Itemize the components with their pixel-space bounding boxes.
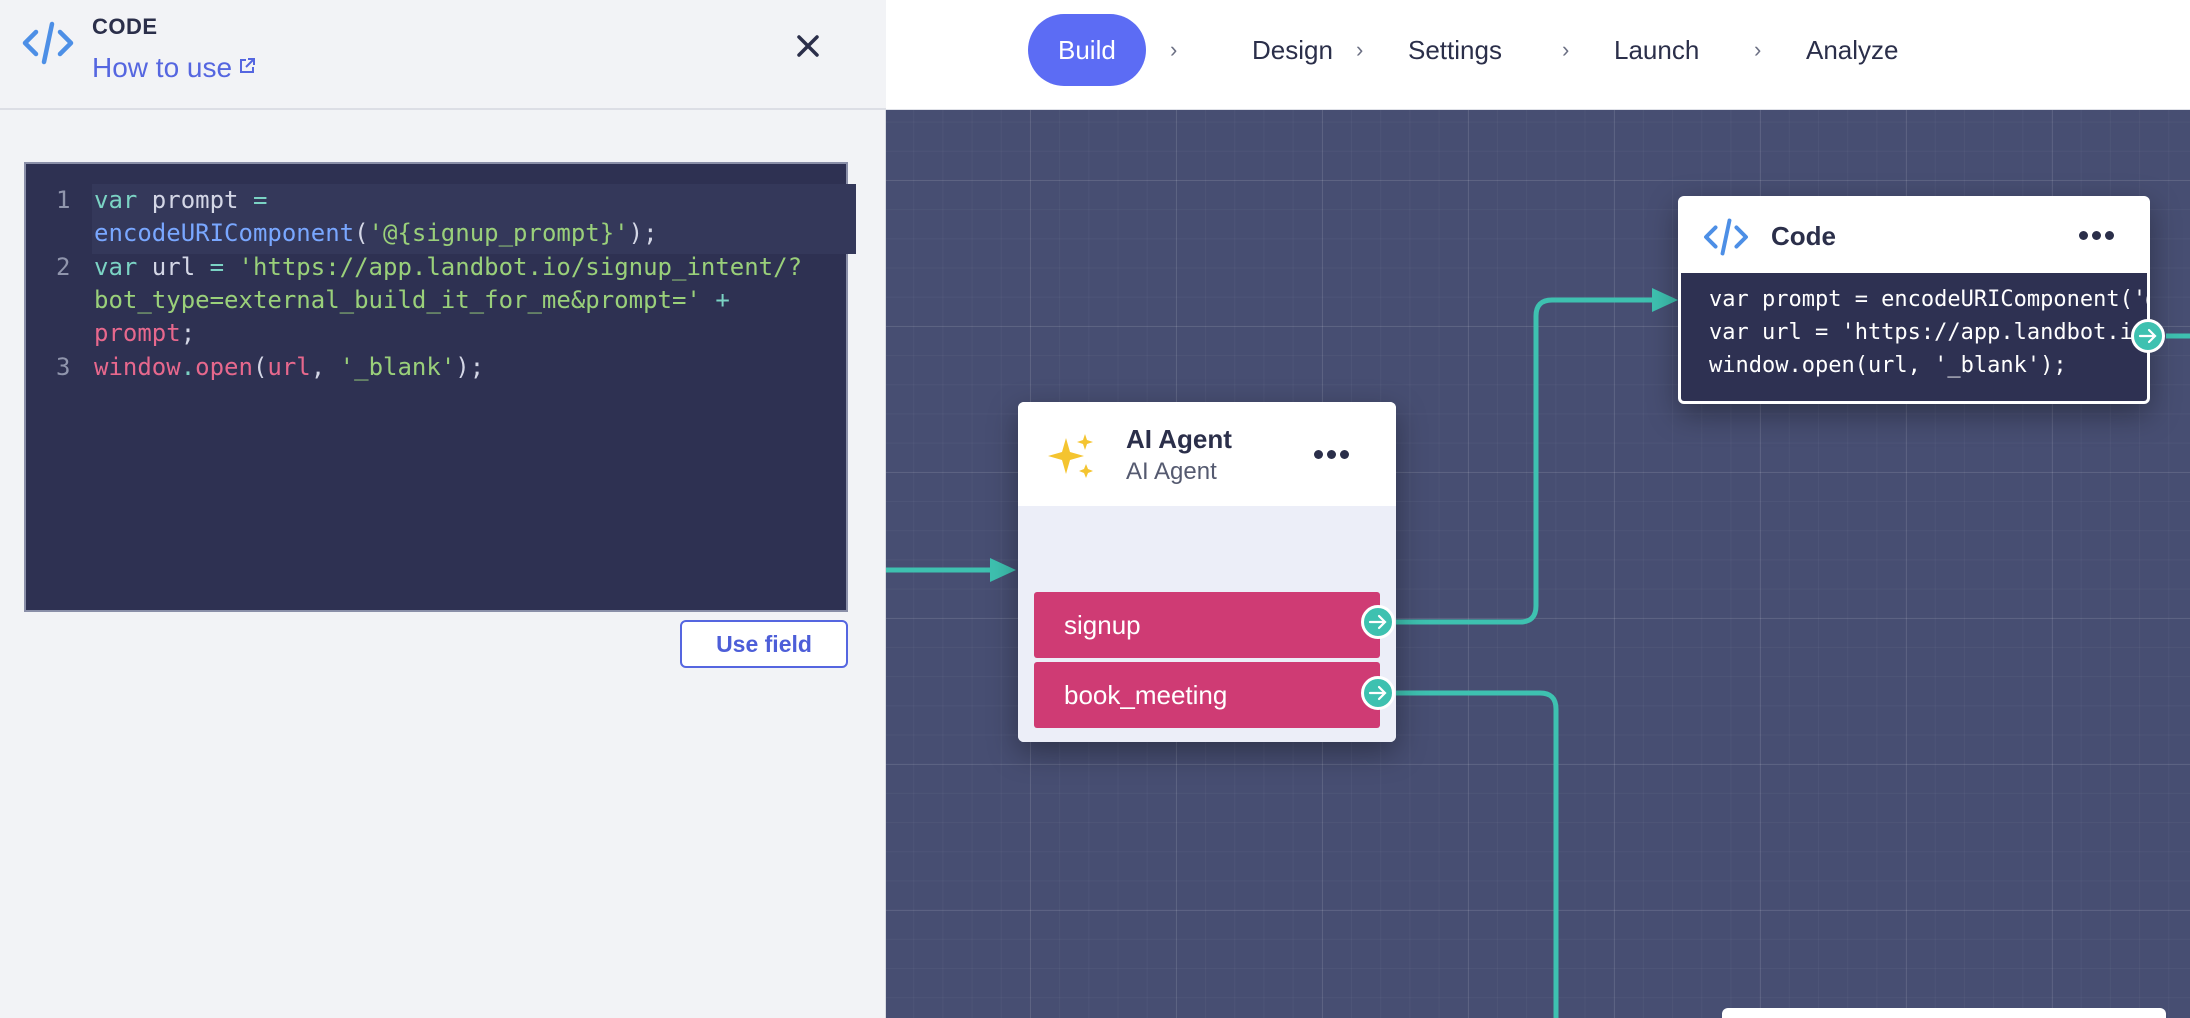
code-line: var url = 'https://app.landbot.io/signup… — [94, 253, 803, 281]
arrow-right-icon — [2138, 328, 2157, 344]
code-node-output-port[interactable] — [2131, 319, 2165, 353]
code-node-header: Code — [1681, 199, 2147, 273]
code-editor[interactable]: 1 2 3 var prompt = encodeURIComponent('@… — [24, 162, 856, 612]
code-side-panel: CODE How to use 1 2 3 var prompt = encod… — [0, 0, 886, 1018]
code-preview-line: window.open(url, '_blank'); — [1709, 353, 2067, 378]
code-node-preview: var prompt = encodeURIComponent('@{signu… — [1681, 273, 2147, 401]
exit-signup[interactable]: signup — [1034, 592, 1380, 658]
arrow-right-icon — [1368, 685, 1387, 701]
nav-step-settings[interactable]: Settings — [1378, 14, 1532, 86]
code-icon — [1704, 218, 1748, 256]
code-line: bot_type=external_build_it_for_me&prompt… — [94, 286, 730, 314]
code-line: prompt; — [94, 319, 196, 347]
code-line: encodeURIComponent('@{signup_prompt}'); — [94, 219, 658, 247]
close-icon[interactable] — [790, 28, 826, 64]
nav-separator: › — [1754, 37, 1762, 62]
how-to-use-link[interactable]: How to use — [92, 52, 256, 84]
partial-node[interactable] — [1722, 1008, 2166, 1018]
exit-book-meeting[interactable]: book_meeting — [1034, 662, 1380, 728]
code-icon — [22, 21, 74, 65]
external-link-icon — [240, 58, 256, 73]
nav-separator: › — [1356, 37, 1364, 62]
code-line: var prompt = — [94, 186, 268, 214]
nav-separator: › — [1170, 37, 1178, 62]
how-to-use-label: How to use — [92, 52, 233, 83]
nav-separator: › — [1562, 37, 1570, 62]
ai-agent-title: AI Agent — [1126, 424, 1232, 454]
arrow-right-icon — [1368, 614, 1387, 630]
more-options-icon[interactable] — [2079, 231, 2119, 243]
sparkles-icon — [1048, 434, 1093, 478]
nav-step-design[interactable]: Design — [1222, 14, 1363, 86]
nav-step-launch[interactable]: Launch — [1584, 14, 1729, 86]
book-meeting-output-port[interactable] — [1361, 676, 1395, 710]
ai-agent-subtitle: AI Agent — [1126, 458, 1217, 485]
ai-agent-header: AI Agent AI Agent — [1018, 402, 1396, 506]
line-number: 2 — [56, 253, 71, 281]
signup-output-port[interactable] — [1361, 605, 1395, 639]
panel-header: CODE How to use — [0, 0, 886, 110]
top-navigation: Build › Design › Settings › Launch › Ana… — [886, 0, 2190, 110]
panel-title: CODE — [92, 14, 158, 39]
code-preview-line: var prompt = encodeURIComponent('@{signu… — [1709, 287, 2147, 312]
use-field-button[interactable]: Use field — [680, 620, 848, 668]
code-node[interactable]: Code var prompt = encodeURIComponent('@{… — [1678, 196, 2150, 404]
nav-step-build[interactable]: Build — [1028, 14, 1146, 86]
code-preview-line: var url = 'https://app.landbot.io/signup… — [1709, 320, 2147, 345]
more-options-icon[interactable] — [1314, 450, 1354, 462]
line-number: 1 — [56, 186, 71, 214]
ai-agent-exits: signup book_meeting — [1018, 506, 1396, 742]
code-node-title: Code — [1771, 221, 1836, 251]
line-number: 3 — [56, 353, 71, 381]
ai-agent-node[interactable]: AI Agent AI Agent signup book_meeting — [1018, 402, 1396, 742]
code-line: window.open(url, '_blank'); — [94, 353, 485, 381]
nav-step-analyze[interactable]: Analyze — [1776, 14, 1929, 86]
